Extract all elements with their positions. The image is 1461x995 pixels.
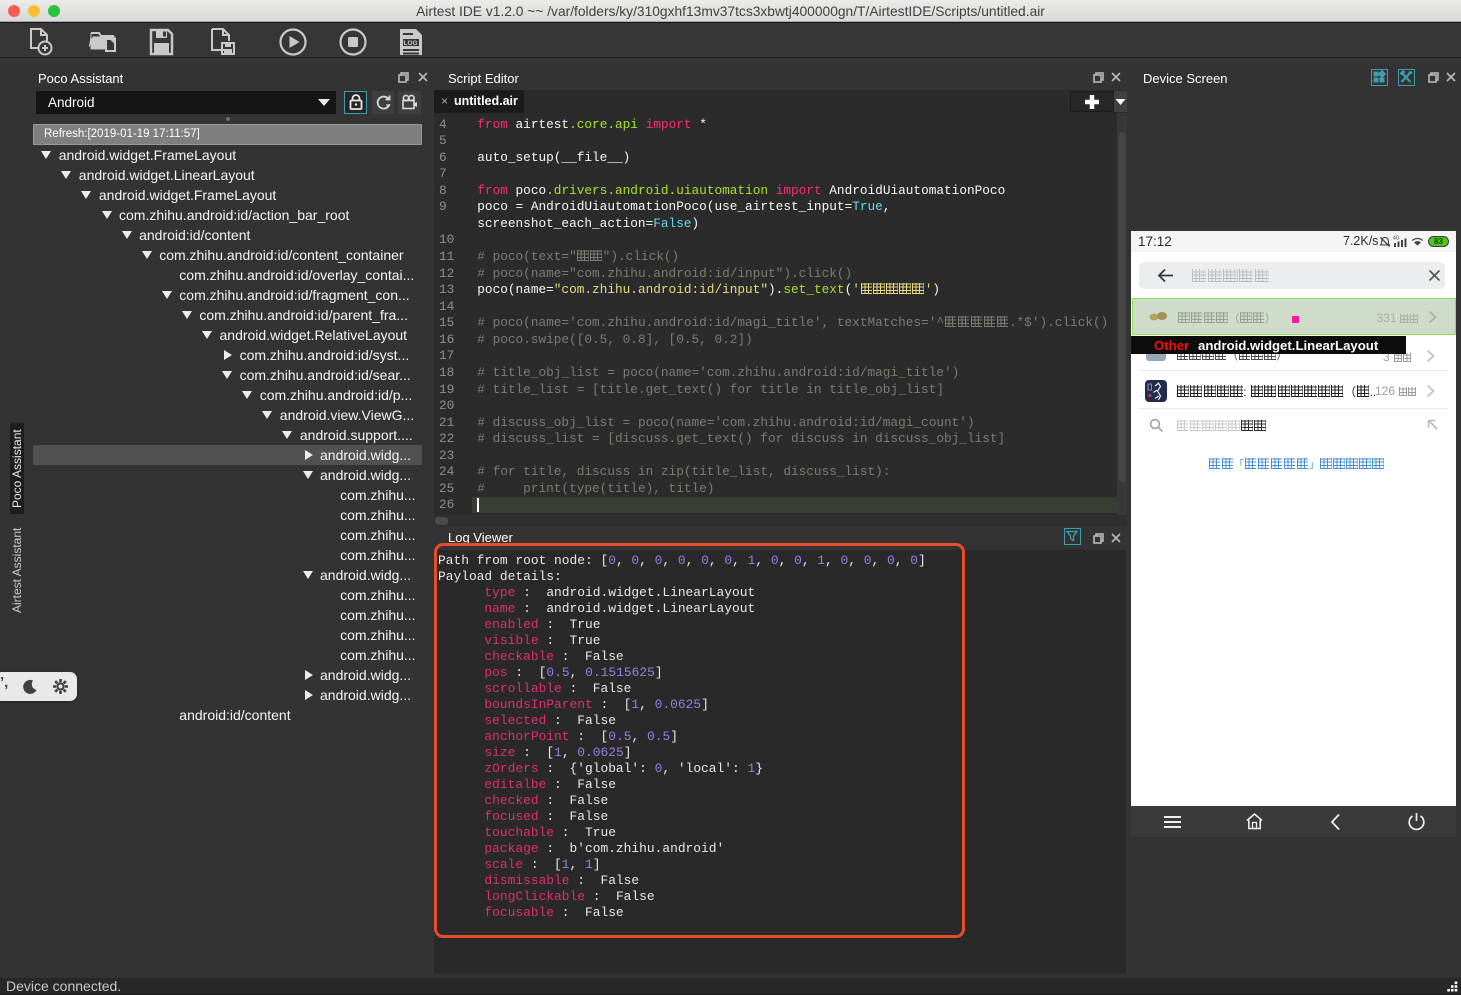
svg-text:4G: 4G [1393,236,1400,242]
svg-text:LOG: LOG [404,40,418,47]
